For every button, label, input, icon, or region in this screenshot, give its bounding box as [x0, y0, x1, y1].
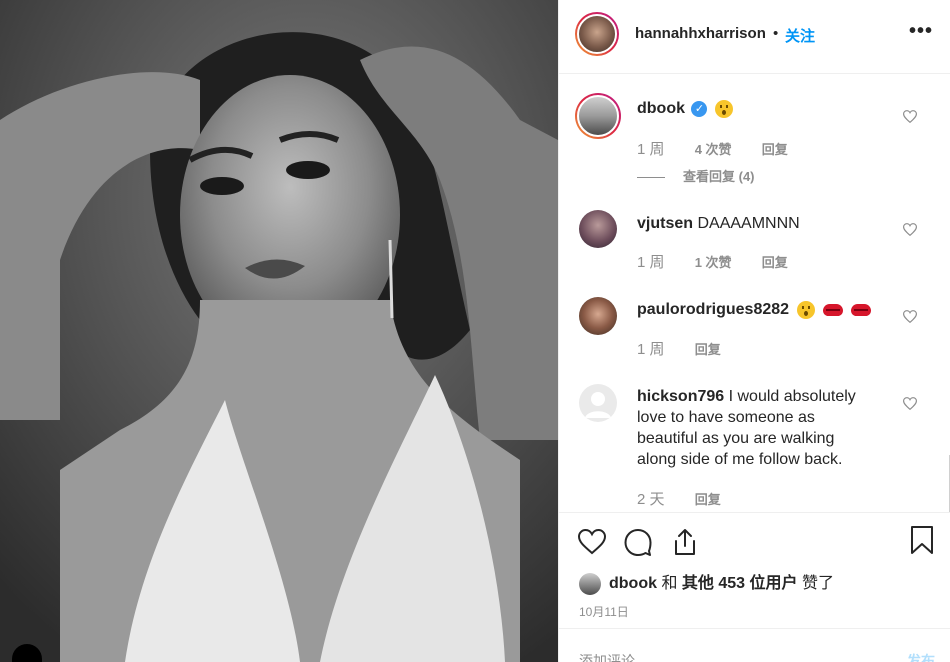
portrait-image	[0, 0, 558, 662]
post-photo[interactable]	[0, 0, 558, 662]
like-comment-heart-icon[interactable]	[903, 223, 917, 236]
comment-text: vjutsen DAAAAMNNN	[637, 213, 877, 234]
likes-summary: dbook 和 其他 453 位用户 赞了	[579, 569, 834, 595]
like-heart-icon[interactable]	[577, 527, 607, 557]
author-avatar[interactable]	[575, 12, 619, 56]
comment-username[interactable]: vjutsen	[637, 215, 693, 232]
reply-button[interactable]: 回复	[762, 142, 788, 157]
replies-divider	[637, 177, 665, 179]
comment-avatar[interactable]	[579, 297, 617, 335]
likes-connector: 和	[661, 575, 678, 592]
comment-text: dbook ✓	[637, 98, 877, 119]
reply-button[interactable]: 回复	[695, 342, 721, 357]
comment-meta: 1 周 4 次赞 回复	[637, 138, 814, 159]
comment-meta: 2 天 回复	[637, 488, 747, 509]
comment-like-count[interactable]: 1 次赞	[695, 255, 732, 270]
comment-meta: 1 周 回复	[637, 338, 747, 359]
like-comment-heart-icon[interactable]	[903, 310, 917, 323]
verified-badge-icon: ✓	[691, 100, 708, 117]
comment-avatar[interactable]	[579, 210, 617, 248]
lips-emoji-icon	[822, 303, 843, 316]
comment-time: 1 周	[637, 341, 665, 358]
share-icon[interactable]	[670, 527, 700, 557]
comment-time: 2 天	[637, 491, 665, 508]
comment-like-count[interactable]: 4 次赞	[695, 142, 732, 157]
comment-username[interactable]: hickson796	[637, 388, 724, 405]
like-comment-heart-icon[interactable]	[903, 397, 917, 410]
header-separator: •	[773, 25, 779, 42]
post-comment-button[interactable]: 发布	[907, 651, 935, 662]
comment-body: DAAAAMNNN	[697, 215, 800, 232]
liker-avatar[interactable]	[579, 572, 601, 595]
comment-username[interactable]: dbook	[637, 100, 685, 117]
follow-button[interactable]: 关注	[785, 25, 815, 46]
save-bookmark-icon[interactable]	[907, 525, 937, 555]
add-comment-input[interactable]: 添加评论...	[579, 651, 647, 662]
reply-button[interactable]: 回复	[762, 255, 788, 270]
comment-text: paulorodrigues8282	[637, 299, 877, 320]
post-sidebar: hannahhxharrison • 关注 ••• dbook ✓ 1 周 4 …	[558, 0, 950, 662]
comment-bubble-icon[interactable]	[623, 527, 653, 557]
view-replies-button[interactable]: 查看回复 (4)	[637, 166, 755, 185]
reply-button[interactable]: 回复	[695, 492, 721, 507]
liker-username[interactable]: dbook	[609, 575, 657, 592]
comments-list[interactable]: dbook ✓ 1 周 4 次赞 回复 查看回复 (4) vjutsen DAA…	[559, 75, 950, 512]
comment-text: hickson796 I would absolutely love to ha…	[637, 386, 873, 470]
add-comment-bar: 添加评论... 发布	[559, 628, 950, 662]
more-options-icon[interactable]: •••	[909, 20, 933, 43]
view-replies-label: 查看回复 (4)	[683, 169, 755, 184]
default-user-icon	[585, 392, 611, 418]
likes-suffix: 赞了	[801, 575, 834, 592]
post-header: hannahhxharrison • 关注 •••	[559, 0, 950, 74]
author-username[interactable]: hannahhxharrison	[635, 25, 766, 42]
comment-meta: 1 周 1 次赞 回复	[637, 251, 814, 272]
post-date[interactable]: 10月11日	[579, 603, 629, 620]
comment-avatar[interactable]	[579, 384, 617, 422]
post-actions: dbook 和 其他 453 位用户 赞了 10月11日	[559, 512, 950, 627]
comment-time: 1 周	[637, 254, 665, 271]
like-comment-heart-icon[interactable]	[903, 110, 917, 123]
astonished-face-emoji-icon	[796, 300, 815, 319]
likes-others-link[interactable]: 其他 453 位用户	[682, 575, 798, 592]
lips-emoji-icon	[851, 303, 872, 316]
comment-avatar[interactable]	[575, 93, 621, 139]
astonished-face-emoji-icon	[714, 99, 733, 118]
comment-username[interactable]: paulorodrigues8282	[637, 301, 789, 318]
comment-time: 1 周	[637, 141, 665, 158]
